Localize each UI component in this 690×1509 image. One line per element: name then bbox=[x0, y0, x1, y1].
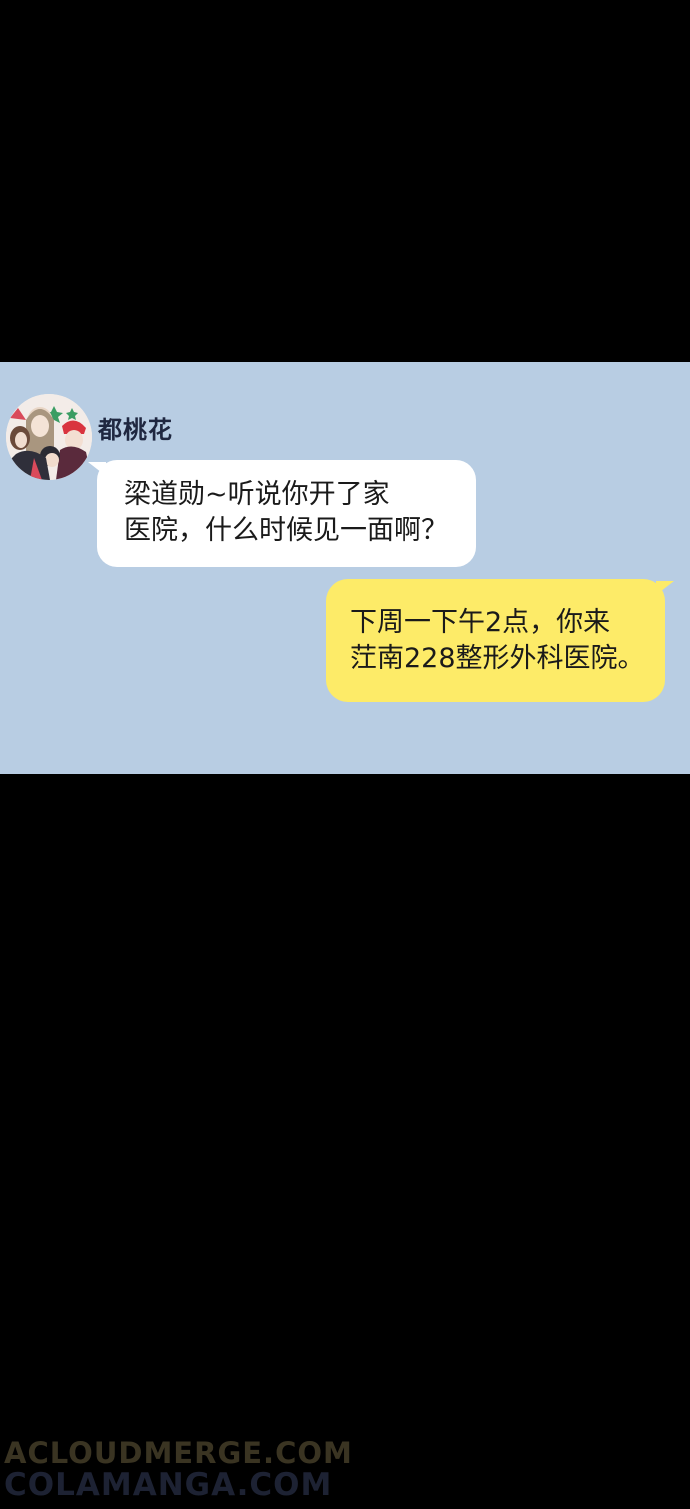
chat-panel: 都桃花 梁道勋~听说你开了家 医院，什么时候见一面啊？ 下周一下午2点，你来 茳… bbox=[0, 362, 690, 774]
group-photo-avatar-icon bbox=[6, 394, 92, 480]
bubble-tail bbox=[88, 462, 106, 476]
outgoing-message-bubble[interactable]: 下周一下午2点，你来 茳南228整形外科医院。 bbox=[326, 579, 674, 702]
message-line: 医院，什么时候见一面啊？ bbox=[124, 515, 448, 546]
sender-name: 都桃花 bbox=[98, 416, 173, 444]
comic-page: 都桃花 梁道勋~听说你开了家 医院，什么时候见一面啊？ 下周一下午2点，你来 茳… bbox=[0, 0, 690, 1509]
sender-avatar[interactable] bbox=[6, 394, 92, 480]
message-line: 茳南228整形外科医院。 bbox=[350, 643, 645, 674]
watermark-line: ACLOUDMERGE.COM bbox=[4, 1436, 353, 1470]
site-watermark: ACLOUDMERGE.COM COLAMANGA.COM bbox=[4, 1436, 353, 1503]
message-line: 梁道勋~听说你开了家 bbox=[124, 479, 390, 510]
message-line: 下周一下午2点，你来 bbox=[350, 607, 611, 638]
bubble-tail bbox=[656, 581, 674, 595]
watermark-line: COLAMANGA.COM bbox=[4, 1467, 333, 1503]
incoming-message-bubble[interactable]: 梁道勋~听说你开了家 医院，什么时候见一面啊？ bbox=[88, 460, 476, 567]
